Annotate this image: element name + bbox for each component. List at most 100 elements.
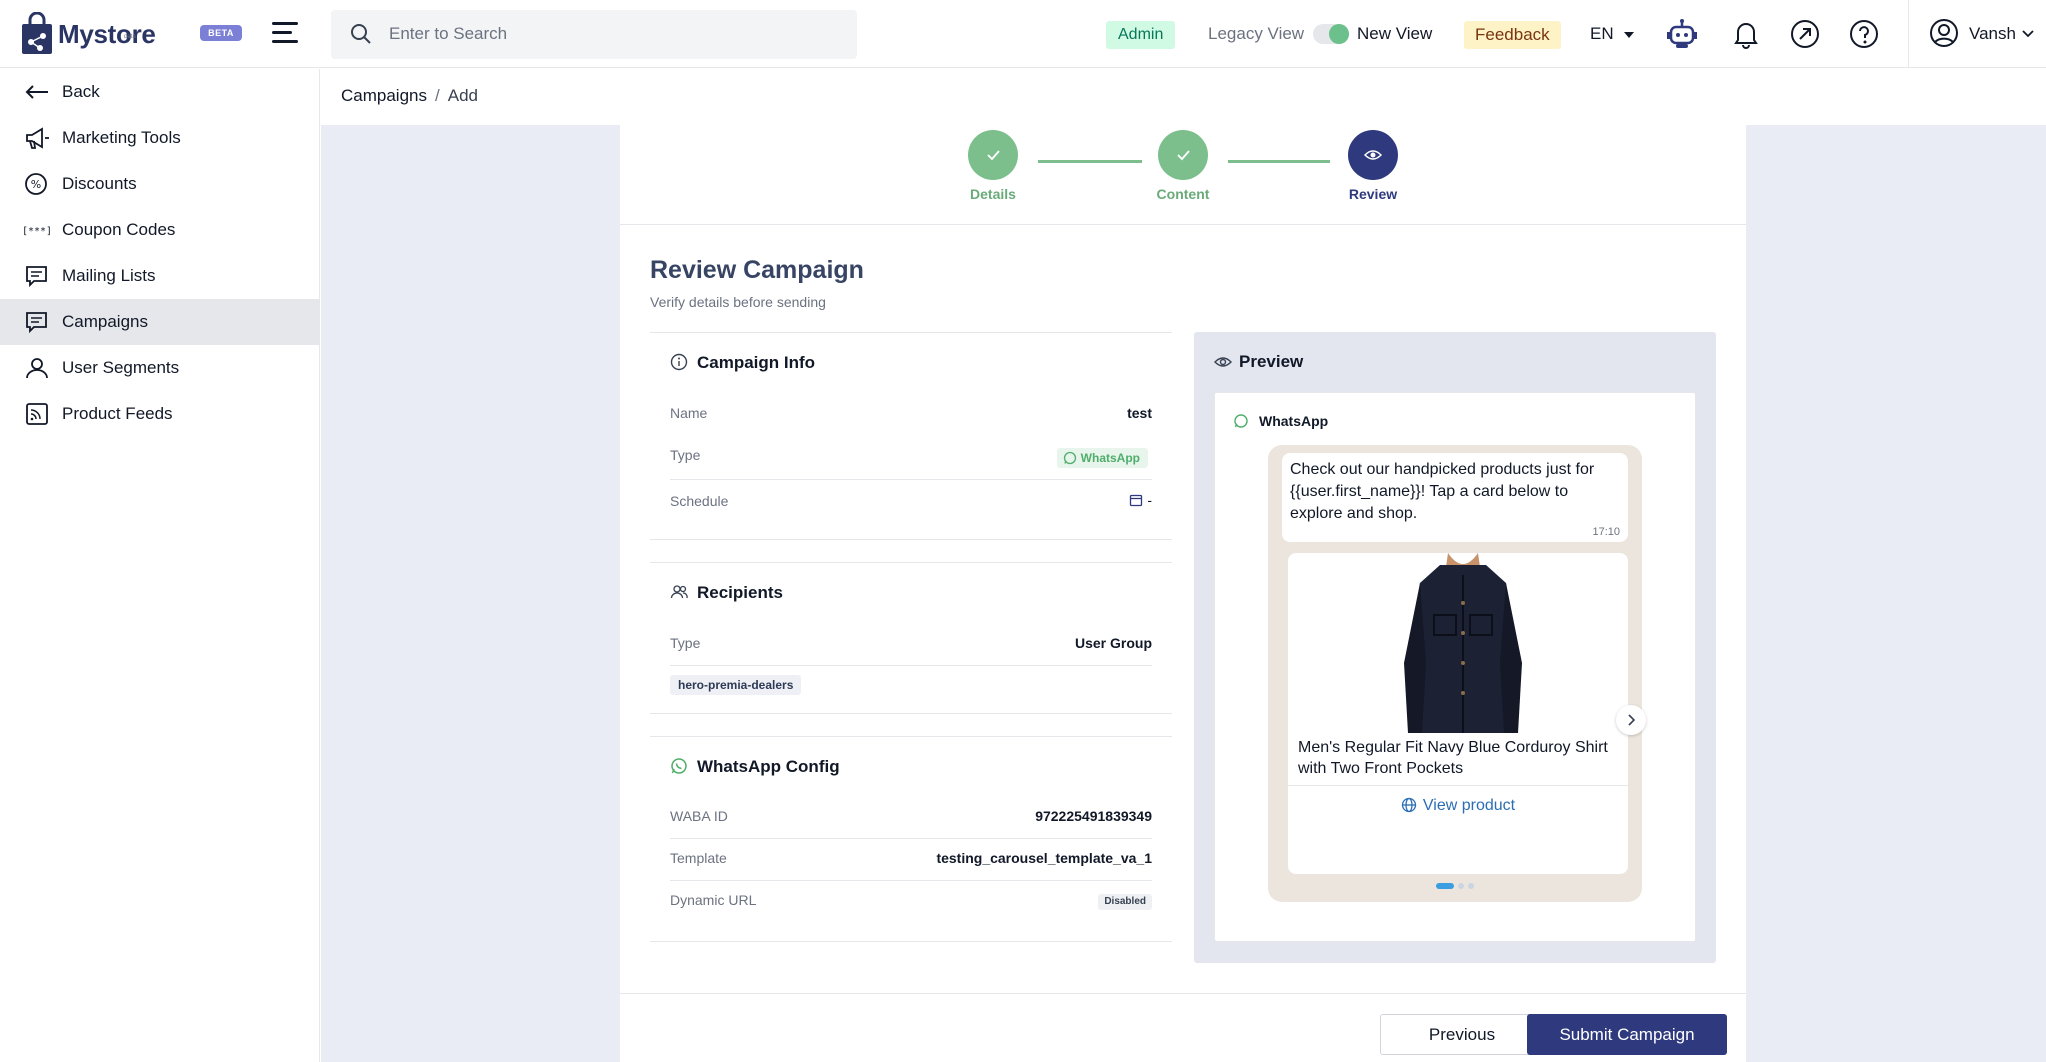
divider — [670, 880, 1152, 881]
message-time: 17:10 — [1592, 526, 1620, 538]
check-icon — [1177, 150, 1190, 161]
view-product-label: View product — [1422, 797, 1516, 814]
divider — [620, 993, 1746, 994]
mailing-list-icon — [24, 264, 50, 288]
recipient-type-value: User Group — [1074, 635, 1152, 651]
feedback-button[interactable]: Feedback — [1464, 21, 1561, 49]
caret-down-icon[interactable] — [1624, 32, 1634, 38]
template-label: Template — [670, 850, 727, 866]
whatsapp-icon — [1063, 451, 1076, 465]
previous-button[interactable]: Previous — [1380, 1014, 1544, 1055]
sidebar-item-user-segments[interactable]: User Segments — [0, 345, 319, 391]
carousel-next-button[interactable] — [1616, 705, 1646, 735]
hamburger-menu-icon[interactable] — [272, 20, 302, 46]
page-subtitle: Verify details before sending — [650, 294, 826, 310]
new-view-label[interactable]: New View — [1357, 24, 1432, 44]
divider — [620, 224, 1746, 225]
avatar-icon — [1929, 18, 1959, 53]
divider — [670, 665, 1152, 666]
campaign-info-card: Campaign Info Name test Type WhatsApp Sc… — [650, 332, 1172, 540]
top-bar: Mystore data BETA Admin Legacy View New … — [0, 0, 2046, 68]
eye-icon — [1214, 354, 1232, 375]
sidebar-item-coupon-codes[interactable]: [***] Coupon Codes — [0, 207, 319, 253]
sidebar-item-back[interactable]: Back — [0, 69, 319, 115]
svg-text:%: % — [31, 178, 41, 191]
page-title: Review Campaign — [650, 256, 864, 284]
type-label: Type — [670, 447, 701, 463]
users-icon — [670, 583, 688, 601]
name-label: Name — [670, 405, 708, 421]
step-connector — [1038, 160, 1142, 163]
legacy-view-label[interactable]: Legacy View — [1208, 24, 1304, 44]
brand-name: Mystore — [58, 18, 156, 49]
step-details-circle[interactable] — [968, 130, 1018, 180]
whatsapp-icon — [670, 757, 688, 775]
card-title: Campaign Info — [697, 353, 816, 372]
user-name: Vansh — [1969, 24, 2016, 43]
check-icon — [987, 150, 1000, 161]
sidebar: Back Marketing Tools % Discounts [***] C… — [0, 69, 320, 1062]
svg-text:[***]: [***] — [24, 226, 50, 237]
submit-campaign-button[interactable]: Submit Campaign — [1527, 1014, 1727, 1055]
search-icon — [349, 22, 373, 51]
search-input[interactable] — [389, 20, 829, 48]
external-link-icon[interactable] — [1788, 17, 1822, 51]
step-review-label: Review — [1348, 186, 1398, 202]
carousel-dot[interactable] — [1458, 883, 1464, 889]
carousel-dot[interactable] — [1468, 883, 1474, 889]
whatsapp-icon — [1233, 413, 1249, 434]
sidebar-item-campaigns[interactable]: Campaigns — [0, 299, 319, 345]
schedule-label: Schedule — [670, 493, 729, 509]
beta-badge: BETA — [200, 25, 242, 41]
type-value: WhatsApp — [1080, 451, 1140, 465]
sidebar-item-marketing-tools[interactable]: Marketing Tools — [0, 115, 319, 161]
user-menu[interactable]: Vansh — [1908, 0, 2046, 68]
megaphone-icon — [24, 126, 50, 150]
breadcrumb-separator: / — [435, 86, 440, 105]
sidebar-item-label: Coupon Codes — [62, 220, 176, 239]
sidebar-item-discounts[interactable]: % Discounts — [0, 161, 319, 207]
help-icon[interactable] — [1847, 17, 1881, 51]
sidebar-item-label: Back — [62, 82, 100, 101]
breadcrumb: Campaigns / Add — [341, 86, 478, 106]
preview-title: Preview — [1239, 352, 1304, 371]
shopping-bag-logo-icon — [20, 11, 54, 56]
schedule-text: - — [1147, 492, 1152, 508]
waba-id-label: WABA ID — [670, 808, 728, 824]
eye-icon — [1363, 150, 1383, 160]
card-title: WhatsApp Config — [697, 757, 840, 776]
carousel-dot-active[interactable] — [1436, 883, 1454, 889]
chevron-down-icon — [2021, 26, 2035, 45]
carousel-dots — [1436, 883, 1496, 891]
chevron-right-icon — [1628, 714, 1636, 726]
step-content-label: Content — [1156, 186, 1210, 202]
percent-badge-icon: % — [24, 172, 50, 196]
campaigns-icon — [24, 310, 50, 334]
product-image — [1378, 553, 1548, 733]
chat-window: Check out our handpicked products just f… — [1268, 445, 1646, 902]
step-connector — [1228, 160, 1330, 163]
step-content-circle[interactable] — [1158, 130, 1208, 180]
sidebar-item-label: Mailing Lists — [62, 266, 156, 285]
user-segments-icon — [24, 356, 50, 380]
product-name: Men's Regular Fit Navy Blue Corduroy Shi… — [1298, 739, 1608, 777]
breadcrumb-current: Add — [447, 86, 478, 105]
step-review-circle[interactable] — [1348, 130, 1398, 180]
arrow-left-icon — [24, 80, 50, 104]
sidebar-item-label: User Segments — [62, 358, 180, 377]
bell-icon[interactable] — [1729, 17, 1763, 51]
globe-icon — [1401, 797, 1417, 818]
waba-id-value: 972225491839349 — [1035, 808, 1152, 824]
language-select[interactable]: EN — [1590, 24, 1614, 44]
view-product-button[interactable]: View product — [1288, 797, 1628, 818]
sidebar-item-label: Campaigns — [62, 312, 148, 331]
recipients-card: Recipients Type User Group hero-premia-d… — [650, 562, 1172, 714]
breadcrumb-parent[interactable]: Campaigns — [341, 86, 427, 105]
view-toggle[interactable] — [1313, 24, 1349, 44]
sidebar-item-mailing-lists[interactable]: Mailing Lists — [0, 253, 319, 299]
sidebar-item-label: Marketing Tools — [62, 128, 181, 147]
robot-assistant-icon[interactable] — [1665, 17, 1699, 51]
message-text: Check out our handpicked products just f… — [1290, 461, 1595, 522]
step-details-label: Details — [970, 186, 1016, 202]
sidebar-item-product-feeds[interactable]: Product Feeds — [0, 391, 319, 437]
